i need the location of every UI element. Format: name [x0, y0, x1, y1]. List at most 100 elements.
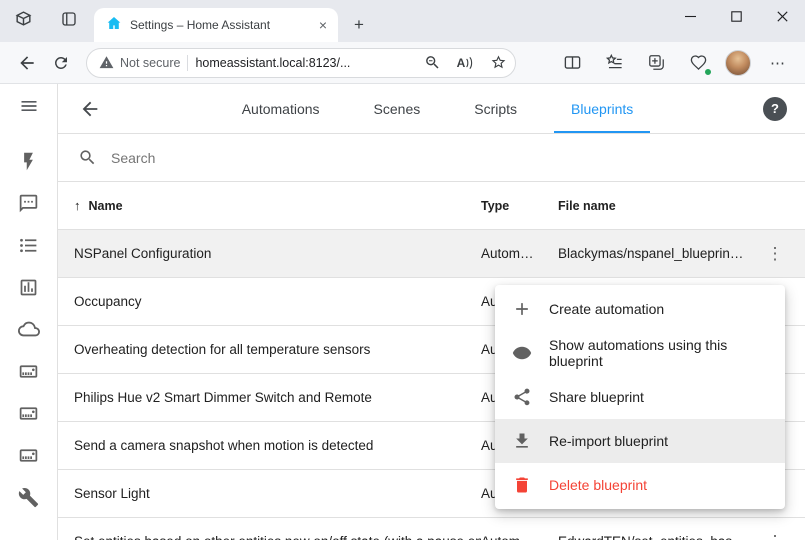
- server-icon: [18, 361, 39, 382]
- workspaces-button[interactable]: [12, 10, 34, 32]
- help-button[interactable]: ?: [763, 97, 787, 121]
- table-header: ↑ Name Type File name: [58, 182, 805, 230]
- sidebar-item-todo[interactable]: [17, 233, 41, 257]
- search-icon: [78, 148, 97, 167]
- close-window-button[interactable]: [759, 0, 805, 32]
- read-aloud-button[interactable]: A: [452, 50, 478, 76]
- url-text: homeassistant.local:8123/...: [195, 56, 412, 70]
- sort-ascending-icon: ↑: [74, 198, 81, 213]
- tab-actions-button[interactable]: [58, 10, 80, 32]
- tab-blueprints[interactable]: Blueprints: [544, 84, 660, 133]
- browser-titlebar: Settings – Home Assistant × +: [0, 0, 805, 42]
- favorites-hub-button[interactable]: [597, 46, 631, 80]
- collections-button[interactable]: [639, 46, 673, 80]
- tab-automations[interactable]: Automations: [215, 84, 347, 133]
- arrow-left-icon: [17, 53, 37, 73]
- sidebar-item-nas-2[interactable]: [17, 401, 41, 425]
- tab-actions-icon: [60, 10, 78, 33]
- sound-waves-icon: [465, 56, 473, 70]
- menu-item-share-blueprint[interactable]: Share blueprint: [495, 375, 785, 419]
- sidebar-menu-button[interactable]: [17, 94, 41, 118]
- menu-item-delete-blueprint[interactable]: Delete blueprint: [495, 463, 785, 507]
- cloud-icon: [18, 318, 40, 340]
- ha-back-button[interactable]: [76, 95, 104, 123]
- tab-scenes[interactable]: Scenes: [347, 84, 448, 133]
- column-header-name[interactable]: ↑ Name: [74, 198, 481, 213]
- sidebar-item-nas-3[interactable]: [17, 443, 41, 467]
- ha-tab-bar: Automations Scenes Scripts Blueprints: [112, 84, 763, 133]
- maximize-button[interactable]: [713, 0, 759, 32]
- row-name: NSPanel Configuration: [74, 246, 481, 261]
- address-bar[interactable]: Not secure homeassistant.local:8123/... …: [86, 48, 516, 78]
- sidebar-item-energy[interactable]: [17, 149, 41, 173]
- collections-icon: [647, 53, 666, 72]
- browser-essentials-button[interactable]: [681, 46, 715, 80]
- browser-window: Settings – Home Assistant × + Not secure…: [0, 0, 805, 540]
- refresh-icon: [52, 54, 70, 72]
- row-file: Blackymas/nspanel_blueprin…: [558, 246, 759, 261]
- menu-item-create-automation[interactable]: Create automation: [495, 287, 785, 331]
- server-icon: [18, 403, 39, 424]
- sidebar-item-nas-1[interactable]: [17, 359, 41, 383]
- row-name: Philips Hue v2 Smart Dimmer Switch and R…: [74, 390, 481, 405]
- profile-avatar[interactable]: [725, 50, 751, 76]
- warning-icon: [99, 55, 114, 70]
- maximize-icon: [731, 11, 742, 22]
- column-header-type[interactable]: Type: [481, 199, 558, 213]
- server-icon: [18, 445, 39, 466]
- column-header-file[interactable]: File name: [558, 199, 759, 213]
- menu-item-show-automations[interactable]: Show automations using this blueprint: [495, 331, 785, 375]
- sidebar-item-history[interactable]: [17, 275, 41, 299]
- tab-title: Settings – Home Assistant: [130, 18, 306, 32]
- download-icon: [512, 431, 532, 451]
- plus-icon: +: [354, 15, 364, 35]
- eye-icon: [512, 343, 532, 363]
- row-file: EdwardTEN/set_entities_bas…: [558, 534, 759, 540]
- browser-navbar: Not secure homeassistant.local:8123/... …: [0, 42, 805, 84]
- menu-item-label: Show automations using this blueprint: [549, 337, 768, 369]
- table-row[interactable]: Set entities based on other entities new…: [58, 518, 805, 540]
- status-green-dot: [704, 68, 712, 76]
- menu-item-label: Share blueprint: [549, 389, 644, 405]
- tab-scripts[interactable]: Scripts: [447, 84, 544, 133]
- menu-item-label: Re-import blueprint: [549, 433, 668, 449]
- row-overflow-menu-button[interactable]: ⋮: [759, 533, 791, 540]
- search-input[interactable]: [111, 150, 785, 166]
- read-aloud-icon: A: [457, 56, 466, 70]
- split-screen-icon: [563, 53, 582, 72]
- favorites-hub-icon: [605, 53, 624, 72]
- home-assistant-logo-icon: [106, 15, 122, 36]
- zoom-button[interactable]: [419, 50, 445, 76]
- menu-item-label: Delete blueprint: [549, 477, 647, 493]
- table-row[interactable]: NSPanel Configuration Autom… Blackymas/n…: [58, 230, 805, 278]
- row-overflow-menu-button[interactable]: ⋮: [759, 245, 791, 262]
- star-icon: [490, 54, 507, 71]
- minimize-icon: [685, 11, 696, 22]
- minimize-button[interactable]: [667, 0, 713, 32]
- sidebar-item-chat[interactable]: [17, 191, 41, 215]
- new-tab-button[interactable]: +: [346, 12, 372, 38]
- ha-main: Automations Scenes Scripts Blueprints ? …: [58, 84, 805, 540]
- not-secure-label: Not secure: [120, 56, 180, 70]
- more-icon: ⋯: [770, 54, 786, 72]
- chat-icon: [18, 193, 39, 214]
- wrench-icon: [18, 487, 39, 508]
- browser-tab[interactable]: Settings – Home Assistant ×: [94, 8, 338, 42]
- menu-item-reimport-blueprint[interactable]: Re-import blueprint: [495, 419, 785, 463]
- row-name: Send a camera snapshot when motion is de…: [74, 438, 481, 453]
- address-divider: [187, 55, 188, 71]
- close-tab-button[interactable]: ×: [314, 16, 332, 34]
- ha-sidebar: [0, 84, 58, 540]
- security-status[interactable]: Not secure: [99, 55, 180, 70]
- refresh-button[interactable]: [44, 46, 78, 80]
- back-button[interactable]: [10, 46, 44, 80]
- row-name: Set entities based on other entities new…: [74, 534, 481, 540]
- split-screen-button[interactable]: [555, 46, 589, 80]
- workspaces-icon: [14, 9, 33, 33]
- browser-menu-button[interactable]: ⋯: [761, 46, 795, 80]
- favorite-button[interactable]: [485, 50, 511, 76]
- arrow-left-icon: [79, 98, 101, 120]
- close-icon: ×: [319, 17, 327, 33]
- sidebar-item-tools[interactable]: [17, 485, 41, 509]
- sidebar-item-cloud[interactable]: [17, 317, 41, 341]
